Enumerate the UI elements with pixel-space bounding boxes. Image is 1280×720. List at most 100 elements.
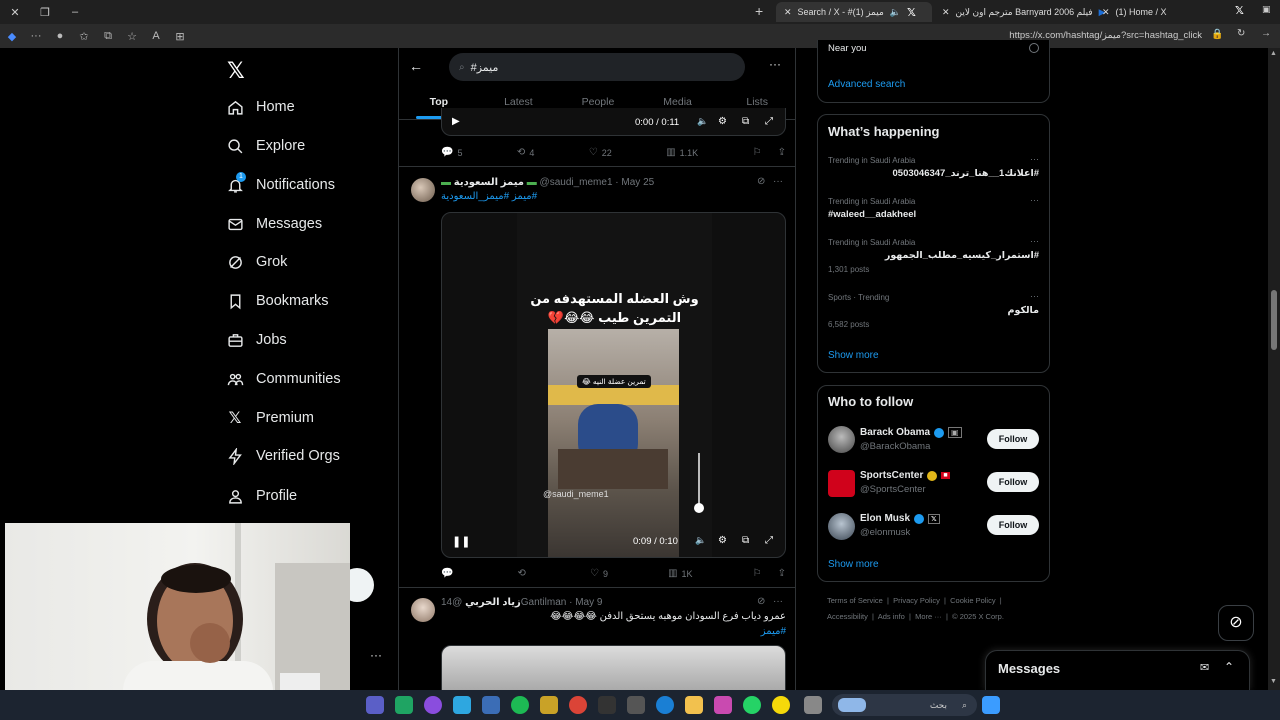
footer-link[interactable]: Cookie Policy bbox=[950, 596, 995, 605]
app-icon[interactable] bbox=[804, 696, 822, 714]
search-input[interactable]: ⌕ #ميمز bbox=[449, 53, 745, 81]
close-tab-icon[interactable]: ✕ bbox=[784, 7, 792, 18]
extensions-icon[interactable]: ⧉ bbox=[96, 30, 120, 43]
follow-button[interactable]: Follow bbox=[987, 429, 1039, 449]
folder-icon[interactable] bbox=[685, 696, 703, 714]
pip-icon[interactable]: ⧉ bbox=[742, 535, 749, 546]
avatar[interactable] bbox=[828, 470, 855, 497]
profile-icon[interactable]: ● bbox=[48, 30, 72, 42]
follow-suggestion-handle[interactable]: @BarackObama bbox=[860, 441, 930, 452]
speaker-icon[interactable]: 🔈 bbox=[697, 116, 708, 127]
x-logo-icon[interactable]: 𝕏 bbox=[227, 58, 245, 84]
like-button[interactable]: ♡ 9 bbox=[590, 568, 608, 579]
views-button[interactable]: ▥ 1K bbox=[668, 568, 692, 579]
browser-tab-search[interactable]: ✕ Search / X - #ميمز (1) 🔈 𝕏 bbox=[776, 2, 932, 22]
page-scrollbar[interactable]: ▲ ▼ bbox=[1268, 48, 1280, 690]
follow-suggestion-name[interactable]: Barack Obama ▣ bbox=[860, 427, 962, 438]
messages-dock[interactable]: Messages ✉ ⌃ bbox=[985, 650, 1250, 690]
fullscreen-icon[interactable]: ⤢ bbox=[765, 116, 773, 127]
trend-more-icon[interactable]: ··· bbox=[1030, 236, 1039, 246]
author-name[interactable]: ميمز السعودية bbox=[454, 177, 524, 188]
near-you-option[interactable]: Near you bbox=[828, 43, 867, 54]
taskbar-search[interactable]: بحث ⌕ bbox=[832, 694, 977, 716]
grok-icon[interactable]: ⊘ bbox=[757, 176, 765, 187]
split-screen-icon[interactable]: ⊞ bbox=[168, 30, 192, 43]
grok-floating-button[interactable]: ⊘ bbox=[1218, 605, 1254, 641]
snapchat-icon[interactable] bbox=[772, 696, 790, 714]
nav-item-profile[interactable]: Profile bbox=[226, 484, 297, 508]
tweet-hashtags[interactable]: #ميمز #ميمز_السعودية bbox=[441, 191, 537, 202]
tweet-media[interactable] bbox=[441, 645, 786, 690]
tweet-date[interactable]: May 25 bbox=[621, 177, 654, 188]
volume-slider-handle[interactable] bbox=[694, 503, 704, 513]
windows-start-icon[interactable] bbox=[982, 696, 1000, 714]
share-icon[interactable]: ⇪ bbox=[778, 147, 786, 158]
restore-icon[interactable]: ❐ bbox=[30, 6, 60, 19]
pip-icon[interactable]: ⧉ bbox=[742, 116, 749, 127]
refresh-icon[interactable]: ↻ bbox=[1237, 28, 1245, 39]
reply-button[interactable]: 💬 5 bbox=[441, 147, 462, 158]
bookmark-button[interactable]: ⚐ ⇪ bbox=[753, 147, 786, 158]
author-name[interactable]: زياد الحربي bbox=[465, 597, 521, 608]
nav-item-verified-orgs[interactable]: Verified Orgs bbox=[226, 444, 340, 468]
more-icon[interactable]: ··· bbox=[24, 30, 48, 42]
scroll-down-icon[interactable]: ▼ bbox=[1270, 678, 1277, 685]
nav-item-bookmarks[interactable]: Bookmarks bbox=[226, 289, 329, 313]
browser-tab-barnyard[interactable]: ✕ فيلم Barnyard 2006 مترجم اون لاين ▶ bbox=[934, 2, 1106, 22]
tweet-hashtags[interactable]: #ميمز bbox=[441, 626, 786, 637]
show-more-link[interactable]: Show more bbox=[828, 350, 879, 361]
store-icon[interactable] bbox=[627, 696, 645, 714]
nav-item-premium[interactable]: 𝕏 Premium bbox=[226, 406, 314, 430]
nav-item-explore[interactable]: Explore bbox=[226, 134, 305, 158]
nav-item-jobs[interactable]: Jobs bbox=[226, 328, 287, 352]
nav-item-grok[interactable]: Grok bbox=[226, 250, 287, 274]
back-arrow-icon[interactable]: ← bbox=[409, 58, 423, 74]
avatar[interactable] bbox=[828, 513, 855, 540]
author-handle[interactable]: @saudi_meme1 bbox=[540, 177, 613, 188]
advanced-search-link[interactable]: Advanced search bbox=[828, 79, 905, 90]
nav-item-messages[interactable]: Messages bbox=[226, 212, 322, 236]
nav-item-communities[interactable]: Communities bbox=[226, 367, 341, 391]
repost-button[interactable]: ⟲ bbox=[518, 568, 530, 579]
minimize-icon[interactable]: – bbox=[60, 6, 90, 18]
close-tab-icon[interactable]: ✕ bbox=[942, 7, 950, 18]
follow-suggestion-handle[interactable]: @elonmusk bbox=[860, 527, 910, 538]
read-aloud-icon[interactable]: A bbox=[144, 30, 168, 42]
footer-link[interactable]: Privacy Policy bbox=[893, 596, 940, 605]
copilot-icon[interactable] bbox=[714, 696, 732, 714]
video-player[interactable]: وش العضله المستهدفه من التمرين طيب 😂😂💔 ت… bbox=[441, 212, 786, 558]
account-more-icon[interactable]: ··· bbox=[370, 648, 382, 662]
favorites-icon[interactable]: ✩ bbox=[72, 30, 96, 43]
nav-item-notifications[interactable]: 1 Notifications bbox=[226, 172, 335, 197]
new-message-icon[interactable]: ✉ bbox=[1200, 661, 1209, 674]
app-icon[interactable] bbox=[424, 696, 442, 714]
tab-actions-icon[interactable]: ▣ bbox=[1262, 4, 1271, 15]
share-icon[interactable]: ⇪ bbox=[778, 568, 786, 579]
speaker-icon[interactable]: 🔈 bbox=[890, 7, 901, 18]
video-player[interactable]: ▶ 0:00 / 0:11 🔈 ⚙ ⧉ ⤢ bbox=[441, 108, 786, 136]
follow-suggestion-name[interactable]: Elon Musk 𝕏 bbox=[860, 513, 940, 524]
scroll-up-icon[interactable]: ▲ bbox=[1270, 50, 1277, 57]
more-options-icon[interactable]: ··· bbox=[773, 176, 783, 187]
trend-name[interactable]: #اعلانك1__هنا_ترند_0503046347 bbox=[893, 168, 1040, 179]
bookmark-button[interactable]: ⚐ ⇪ bbox=[753, 568, 786, 579]
copilot-icon[interactable]: ◆ bbox=[0, 30, 24, 43]
follow-suggestion-name[interactable]: SportsCenter ■ bbox=[860, 470, 950, 481]
forward-icon[interactable]: → bbox=[1261, 28, 1271, 39]
close-window-icon[interactable]: ✕ bbox=[0, 6, 30, 19]
app-icon[interactable] bbox=[453, 696, 471, 714]
scrollbar-thumb[interactable] bbox=[1271, 290, 1277, 350]
radio-button[interactable] bbox=[1029, 43, 1039, 53]
fullscreen-icon[interactable]: ⤢ bbox=[765, 535, 773, 546]
grok-icon[interactable]: ⊘ bbox=[757, 596, 765, 607]
teams-icon[interactable] bbox=[366, 696, 384, 714]
trend-more-icon[interactable]: ··· bbox=[1030, 291, 1039, 301]
footer-link[interactable]: Ads info bbox=[878, 612, 905, 621]
browser-tab-home[interactable]: ✕ (1) Home / X bbox=[1094, 2, 1250, 22]
shield-icon[interactable] bbox=[482, 696, 500, 714]
app-icon[interactable] bbox=[598, 696, 616, 714]
spotify-icon[interactable] bbox=[511, 696, 529, 714]
nav-item-home[interactable]: Home bbox=[226, 95, 295, 119]
trend-more-icon[interactable]: ··· bbox=[1030, 195, 1039, 205]
trend-more-icon[interactable]: ··· bbox=[1030, 154, 1039, 164]
